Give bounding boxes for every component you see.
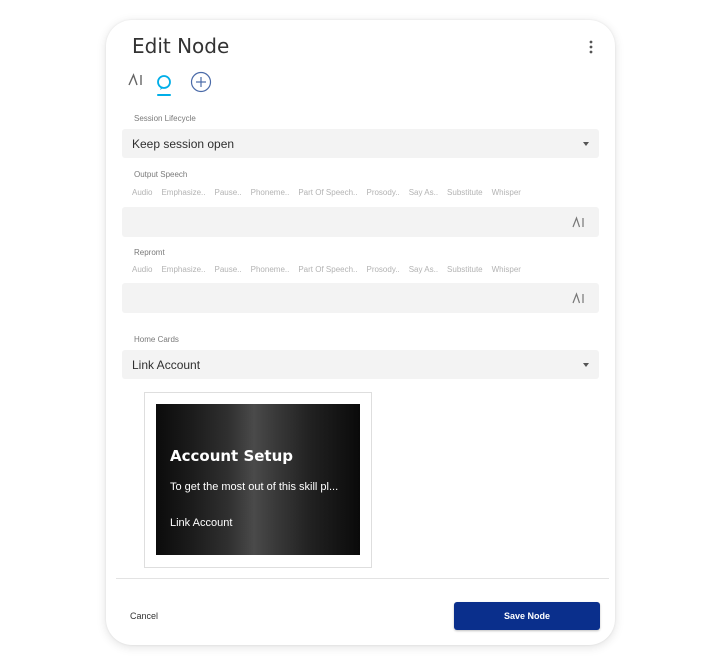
session-lifecycle-label: Session Lifecycle: [134, 114, 196, 123]
ssml-audio-button[interactable]: Audio: [132, 265, 152, 277]
ssml-whisper-button[interactable]: Whisper: [492, 265, 521, 277]
card-title: Account Setup: [170, 447, 294, 465]
reprompt-field[interactable]: [122, 283, 599, 313]
card-preview-frame: Account Setup To get the most out of thi…: [144, 392, 372, 568]
tab-alexa[interactable]: [154, 73, 174, 96]
home-cards-select[interactable]: Link Account: [122, 350, 599, 379]
ssml-whisper-button[interactable]: Whisper: [492, 188, 521, 200]
reprompt-ssml-toolbar: Audio Emphasize.. Pause.. Phoneme.. Part…: [132, 265, 530, 277]
footer-divider: [116, 578, 609, 579]
ssml-say-as-button[interactable]: Say As..: [409, 188, 438, 200]
more-vertical-icon[interactable]: [585, 39, 597, 55]
ssml-phoneme-button[interactable]: Phoneme..: [251, 188, 290, 200]
ssml-phoneme-button[interactable]: Phoneme..: [251, 265, 290, 277]
ssml-prosody-button[interactable]: Prosody..: [366, 188, 399, 200]
ai-icon[interactable]: [572, 215, 586, 228]
home-cards-label: Home Cards: [134, 335, 179, 344]
ssml-pause-button[interactable]: Pause..: [215, 188, 242, 200]
session-lifecycle-select[interactable]: Keep session open: [122, 129, 599, 158]
ai-icon[interactable]: [572, 291, 586, 304]
ssml-pause-button[interactable]: Pause..: [215, 265, 242, 277]
ssml-part-of-speech-button[interactable]: Part Of Speech..: [298, 188, 357, 200]
edit-node-dialog: Edit Node Session Lifecycle Keep session…: [106, 20, 615, 645]
save-node-button[interactable]: Save Node: [454, 602, 600, 630]
card-body: To get the most out of this skill pl...: [170, 481, 339, 493]
tab-add[interactable]: [190, 71, 212, 98]
reprompt-label: Repromt: [134, 248, 165, 257]
ssml-emphasize-button[interactable]: Emphasize..: [161, 265, 205, 277]
ssml-substitute-button[interactable]: Substitute: [447, 265, 483, 277]
output-speech-field[interactable]: [122, 207, 599, 237]
ssml-audio-button[interactable]: Audio: [132, 188, 152, 200]
ai-icon: [128, 73, 146, 92]
ssml-say-as-button[interactable]: Say As..: [409, 265, 438, 277]
ssml-emphasize-button[interactable]: Emphasize..: [161, 188, 205, 200]
ssml-part-of-speech-button[interactable]: Part Of Speech..: [298, 265, 357, 277]
output-speech-ssml-toolbar: Audio Emphasize.. Pause.. Phoneme.. Part…: [132, 188, 530, 200]
output-speech-label: Output Speech: [134, 170, 188, 179]
card-preview: Account Setup To get the most out of thi…: [156, 404, 360, 555]
card-link-account[interactable]: Link Account: [170, 517, 232, 529]
ssml-substitute-button[interactable]: Substitute: [447, 188, 483, 200]
session-lifecycle-value: Keep session open: [132, 137, 235, 151]
home-cards-value: Link Account: [132, 358, 201, 372]
alexa-ring-icon: [154, 75, 174, 97]
ssml-prosody-button[interactable]: Prosody..: [366, 265, 399, 277]
chevron-down-icon: [583, 363, 589, 367]
cancel-button[interactable]: Cancel: [130, 611, 158, 621]
add-circle-icon: [190, 71, 212, 97]
dialog-title: Edit Node: [132, 34, 230, 58]
chevron-down-icon: [583, 142, 589, 146]
tab-ai[interactable]: [128, 72, 146, 93]
